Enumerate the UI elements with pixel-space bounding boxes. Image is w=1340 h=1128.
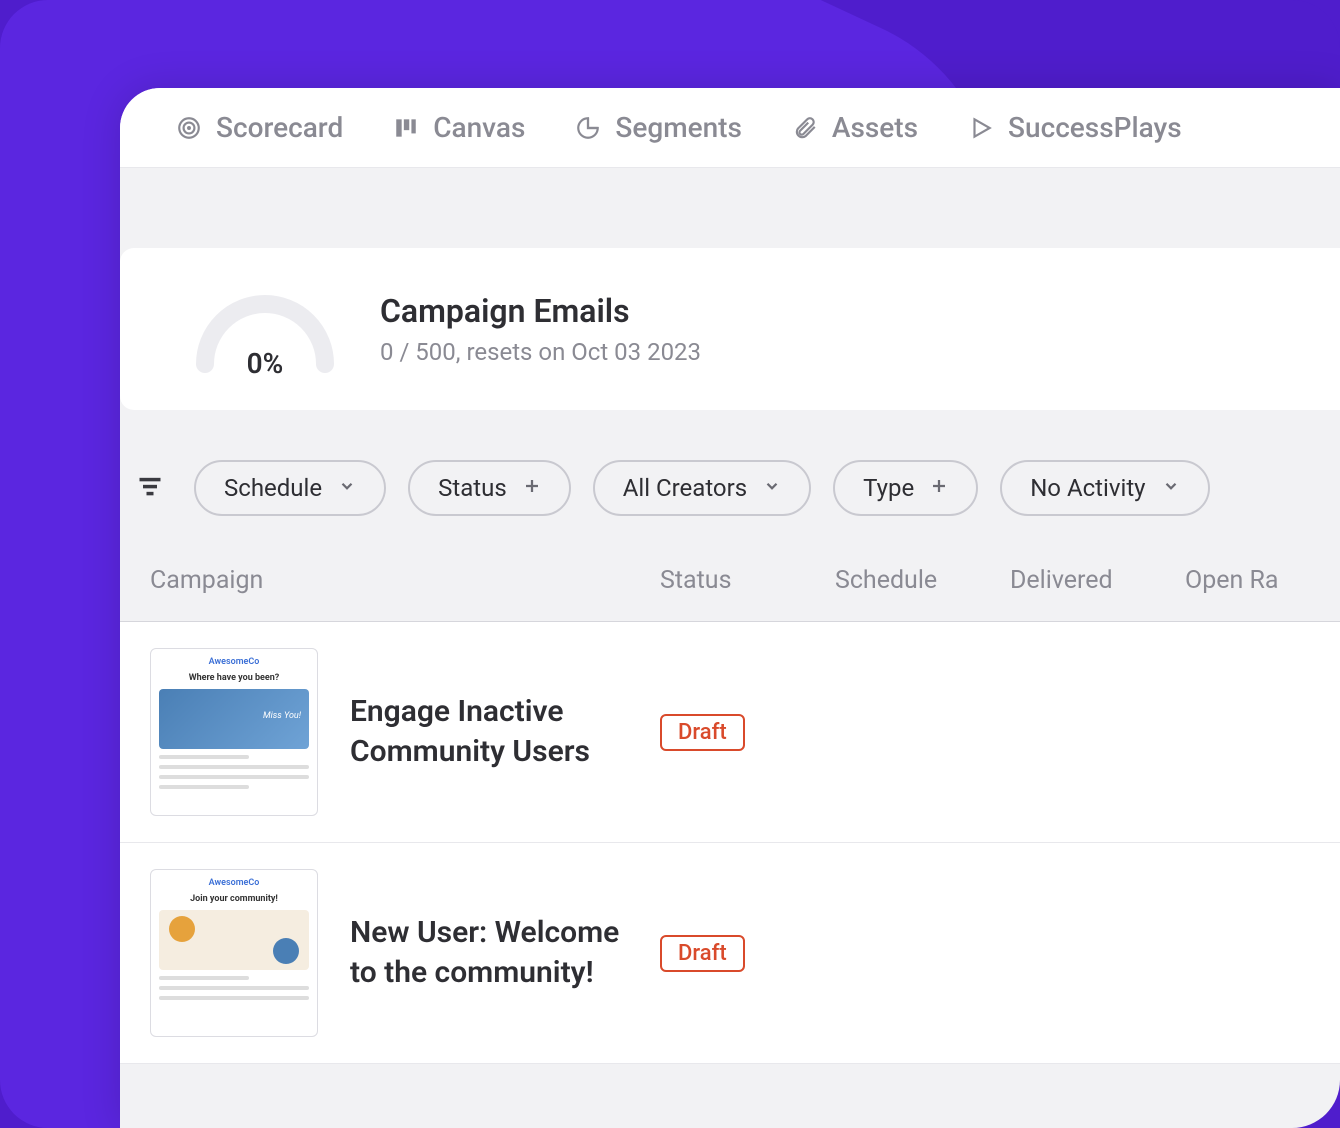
filter-label: No Activity xyxy=(1030,474,1145,502)
col-header-open-rate[interactable]: Open Ra xyxy=(1185,566,1340,595)
thumb-hero xyxy=(159,689,309,749)
filter-type[interactable]: Type xyxy=(833,460,978,516)
campaign-thumbnail: AwesomeCo Where have you been? xyxy=(150,648,318,816)
chevron-down-icon xyxy=(1162,476,1180,500)
plus-icon xyxy=(523,476,541,500)
thumb-line xyxy=(159,765,309,769)
filter-creators[interactable]: All Creators xyxy=(593,460,811,516)
filters-bar: Schedule Status All Creators Type xyxy=(120,410,1340,566)
thumb-line xyxy=(159,976,249,980)
thumb-brand: AwesomeCo xyxy=(159,657,309,667)
chevron-down-icon xyxy=(763,476,781,500)
nav-label: Segments xyxy=(615,111,742,144)
campaign-title: New User: Welcome to the community! xyxy=(350,913,650,994)
thumb-headline: Join your community! xyxy=(159,894,309,904)
nav-assets[interactable]: Assets xyxy=(792,111,918,144)
filter-status[interactable]: Status xyxy=(408,460,571,516)
thumb-brand: AwesomeCo xyxy=(159,878,309,888)
thumb-line xyxy=(159,755,249,759)
thumb-line xyxy=(159,775,309,779)
col-header-status[interactable]: Status xyxy=(660,566,835,595)
nav-label: Scorecard xyxy=(216,111,343,144)
table-header: Campaign Status Schedule Delivered Open … xyxy=(120,566,1340,622)
paperclip-icon xyxy=(792,115,818,141)
summary-text: Campaign Emails 0 / 500, resets on Oct 0… xyxy=(380,292,701,366)
status-badge: Draft xyxy=(660,714,745,751)
background: Scorecard Canvas Segments Assets Success… xyxy=(0,0,1340,1128)
status-badge: Draft xyxy=(660,935,745,972)
nav-canvas[interactable]: Canvas xyxy=(393,111,525,144)
col-header-schedule[interactable]: Schedule xyxy=(835,566,1010,595)
filter-label: Type xyxy=(863,474,914,502)
thumb-line xyxy=(159,986,309,990)
table-row[interactable]: AwesomeCo Join your community! New User:… xyxy=(120,843,1340,1064)
board-icon xyxy=(393,115,419,141)
nav-scorecard[interactable]: Scorecard xyxy=(176,111,343,144)
campaign-title: Engage Inactive Community Users xyxy=(350,692,650,773)
filter-label: Status xyxy=(438,474,507,502)
plus-icon xyxy=(930,476,948,500)
filter-schedule[interactable]: Schedule xyxy=(194,460,386,516)
thumb-hero xyxy=(159,910,309,970)
summary-card: 0% Campaign Emails 0 / 500, resets on Oc… xyxy=(120,248,1340,410)
nav-segments[interactable]: Segments xyxy=(575,111,742,144)
nav-label: SuccessPlays xyxy=(1008,111,1182,144)
nav-label: Canvas xyxy=(433,111,525,144)
pie-icon xyxy=(575,115,601,141)
play-icon xyxy=(968,115,994,141)
chevron-down-icon xyxy=(338,476,356,500)
nav-successplays[interactable]: SuccessPlays xyxy=(968,111,1182,144)
summary-title: Campaign Emails xyxy=(380,292,701,330)
nav-label: Assets xyxy=(832,111,918,144)
thumb-line xyxy=(159,785,249,789)
filter-label: All Creators xyxy=(623,474,747,502)
campaign-thumbnail: AwesomeCo Join your community! xyxy=(150,869,318,1037)
app-window: Scorecard Canvas Segments Assets Success… xyxy=(120,88,1340,1128)
col-header-campaign[interactable]: Campaign xyxy=(150,566,660,595)
gauge-percent: 0% xyxy=(247,347,284,380)
table-row[interactable]: AwesomeCo Where have you been? Engage In… xyxy=(120,622,1340,843)
filter-activity[interactable]: No Activity xyxy=(1000,460,1209,516)
summary-subtitle: 0 / 500, resets on Oct 03 2023 xyxy=(380,338,701,366)
top-nav: Scorecard Canvas Segments Assets Success… xyxy=(120,88,1340,168)
filter-icon[interactable] xyxy=(128,472,172,504)
target-icon xyxy=(176,115,202,141)
col-header-delivered[interactable]: Delivered xyxy=(1010,566,1185,595)
thumb-line xyxy=(159,996,309,1000)
usage-gauge: 0% xyxy=(190,284,340,374)
filter-label: Schedule xyxy=(224,474,322,502)
thumb-headline: Where have you been? xyxy=(159,673,309,683)
